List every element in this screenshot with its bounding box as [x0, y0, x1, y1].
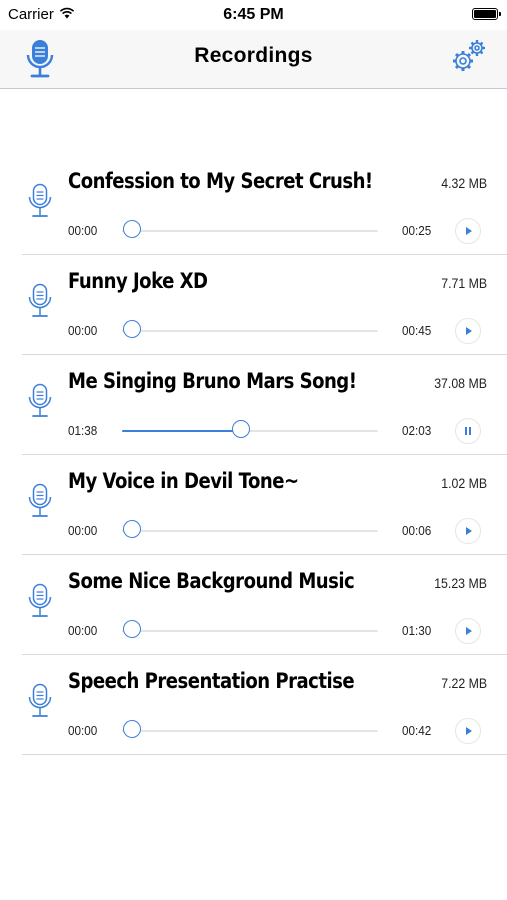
progress-fill — [122, 430, 241, 432]
total-time: 00:45 — [402, 323, 432, 338]
microphone-icon — [26, 583, 54, 621]
recording-row[interactable]: My Voice in Devil Tone~ 1.02 MB 00:00 00… — [22, 455, 507, 555]
slider-thumb[interactable] — [123, 320, 141, 338]
total-time: 00:06 — [402, 523, 432, 538]
total-time: 02:03 — [402, 423, 432, 438]
recording-row[interactable]: Confession to My Secret Crush! 4.32 MB 0… — [22, 155, 507, 255]
current-time: 00:00 — [68, 623, 98, 638]
play-icon — [466, 627, 472, 635]
progress-slider[interactable] — [122, 220, 378, 238]
play-icon — [466, 727, 472, 735]
progress-slider[interactable] — [122, 620, 378, 638]
pause-button[interactable] — [455, 418, 481, 444]
recording-row[interactable]: Speech Presentation Practise 7.22 MB 00:… — [22, 655, 507, 755]
total-time: 01:30 — [402, 623, 432, 638]
current-time: 01:38 — [68, 423, 98, 438]
play-button[interactable] — [455, 718, 481, 744]
play-icon — [466, 227, 472, 235]
recordings-list: Confession to My Secret Crush! 4.32 MB 0… — [22, 155, 507, 755]
total-time: 00:42 — [402, 723, 432, 738]
recording-row[interactable]: Some Nice Background Music 15.23 MB 00:0… — [22, 555, 507, 655]
microphone-icon — [26, 183, 54, 221]
recording-row[interactable]: Me Singing Bruno Mars Song! 37.08 MB 01:… — [22, 355, 507, 455]
recording-size: 15.23 MB — [434, 575, 487, 591]
progress-slider[interactable] — [122, 320, 378, 338]
recording-size: 7.22 MB — [441, 675, 487, 691]
current-time: 00:00 — [68, 323, 98, 338]
microphone-icon — [26, 283, 54, 321]
play-button[interactable] — [455, 618, 481, 644]
settings-button[interactable] — [449, 36, 489, 76]
status-bar: Carrier 6:45 PM — [0, 0, 507, 30]
slider-thumb[interactable] — [123, 620, 141, 638]
recording-size: 37.08 MB — [434, 375, 487, 391]
recording-size: 7.71 MB — [441, 275, 487, 291]
recording-title: Me Singing Bruno Mars Song! — [68, 369, 357, 393]
recording-title: My Voice in Devil Tone~ — [68, 469, 299, 493]
slider-thumb[interactable] — [123, 720, 141, 738]
current-time: 00:00 — [68, 723, 98, 738]
gear-icon — [453, 40, 485, 71]
recording-title: Some Nice Background Music — [68, 569, 355, 593]
microphone-icon — [26, 483, 54, 521]
progress-slider[interactable] — [122, 520, 378, 538]
current-time: 00:00 — [68, 223, 98, 238]
slider-thumb[interactable] — [123, 220, 141, 238]
recording-title: Confession to My Secret Crush! — [68, 169, 373, 193]
recording-title: Speech Presentation Practise — [68, 669, 355, 693]
nav-bar: Recordings — [0, 30, 507, 89]
play-icon — [466, 527, 472, 535]
recording-row[interactable]: Funny Joke XD 7.71 MB 00:00 00:45 — [22, 255, 507, 355]
progress-slider[interactable] — [122, 720, 378, 738]
total-time: 00:25 — [402, 223, 432, 238]
slider-thumb[interactable] — [232, 420, 250, 438]
status-time: 6:45 PM — [223, 6, 284, 23]
current-time: 00:00 — [68, 523, 98, 538]
play-button[interactable] — [455, 218, 481, 244]
play-icon — [466, 327, 472, 335]
battery-icon — [472, 8, 501, 20]
play-button[interactable] — [455, 318, 481, 344]
recording-size: 4.32 MB — [441, 175, 487, 191]
pause-icon — [465, 427, 471, 435]
page-title: Recordings — [194, 44, 313, 67]
play-button[interactable] — [455, 518, 481, 544]
progress-slider[interactable] — [122, 420, 378, 438]
slider-thumb[interactable] — [123, 520, 141, 538]
recording-size: 1.02 MB — [441, 475, 487, 491]
microphone-icon — [26, 683, 54, 721]
microphone-icon — [26, 383, 54, 421]
recording-title: Funny Joke XD — [68, 269, 208, 293]
